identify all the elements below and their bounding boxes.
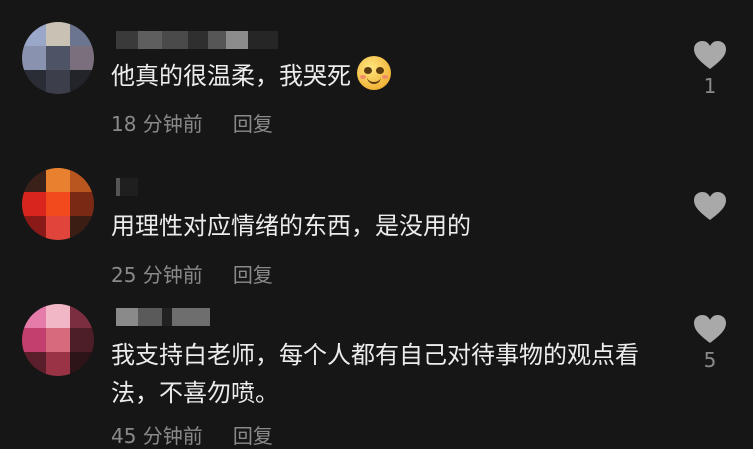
username-blurred[interactable] (116, 308, 210, 326)
reply-button[interactable]: 回复 (233, 112, 273, 136)
comment-meta: 45 分钟前 回复 (111, 420, 273, 449)
avatar-pixel (70, 352, 94, 376)
blushing-smile-emoji-icon (357, 56, 391, 90)
avatar-pixel (22, 22, 46, 46)
comment-time: 18 分钟前 (111, 112, 203, 136)
avatar-pixel (46, 70, 70, 94)
like-button[interactable]: 5 (688, 314, 732, 372)
comment-text-body: 用理性对应情绪的东西，是没用的 (111, 212, 471, 240)
comment-time: 45 分钟前 (111, 424, 203, 448)
avatar-pixel (22, 216, 46, 240)
avatar-pixel (22, 304, 46, 328)
avatar-pixel (70, 328, 94, 352)
avatar-pixel (22, 192, 46, 216)
avatar[interactable] (22, 168, 94, 240)
avatar-pixel (46, 168, 70, 192)
avatar[interactable] (22, 22, 94, 94)
avatar-pixel (22, 70, 46, 94)
comment-text: 他真的很温柔，我哭死 (111, 56, 671, 95)
avatar-pixel (70, 46, 94, 70)
username-blurred[interactable] (116, 31, 278, 49)
heart-icon[interactable] (693, 314, 727, 344)
comment-meta: 18 分钟前 回复 (111, 108, 273, 137)
like-button[interactable] (688, 191, 732, 225)
avatar-pixel (46, 46, 70, 70)
avatar-pixel (46, 192, 70, 216)
avatar-pixel (22, 46, 46, 70)
comment-meta: 25 分钟前 回复 (111, 259, 273, 288)
comment-text: 我支持白老师，每个人都有自己对待事物的观点看法，不喜勿喷。 (111, 336, 671, 412)
reply-button[interactable]: 回复 (233, 424, 273, 448)
avatar-pixel (22, 352, 46, 376)
avatar-pixel (70, 70, 94, 94)
avatar-pixel (22, 168, 46, 192)
username-blurred[interactable] (116, 178, 138, 196)
avatar-pixel (46, 352, 70, 376)
comment-text: 用理性对应情绪的东西，是没用的 (111, 207, 671, 245)
avatar-pixel (70, 216, 94, 240)
like-button[interactable]: 1 (688, 40, 732, 98)
reply-button[interactable]: 回复 (233, 263, 273, 287)
avatar-pixel (70, 22, 94, 46)
avatar-pixel (46, 328, 70, 352)
heart-icon[interactable] (693, 40, 727, 70)
avatar-pixel (46, 304, 70, 328)
avatar-pixel (46, 22, 70, 46)
avatar-pixel (46, 216, 70, 240)
avatar-pixel (70, 168, 94, 192)
comment-text-body: 他真的很温柔，我哭死 (111, 62, 351, 90)
like-count: 1 (703, 74, 717, 98)
avatar-pixel (70, 192, 94, 216)
avatar-pixel (22, 328, 46, 352)
avatar-pixel (70, 304, 94, 328)
comment-text-body: 我支持白老师，每个人都有自己对待事物的观点看法，不喜勿喷。 (111, 341, 639, 407)
like-count: 5 (703, 348, 717, 372)
heart-icon[interactable] (693, 191, 727, 221)
avatar[interactable] (22, 304, 94, 376)
comment-time: 25 分钟前 (111, 263, 203, 287)
